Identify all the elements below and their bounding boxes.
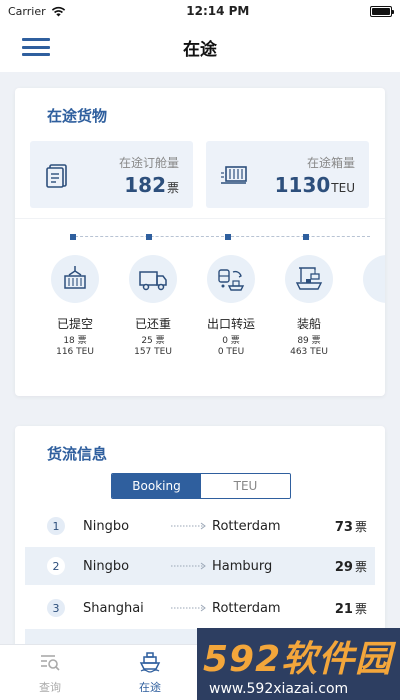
destination-port: Hamburg — [212, 558, 273, 574]
booking-teu-toggle[interactable]: Booking TEU — [111, 473, 291, 499]
stage-teu: 157 TEU — [134, 347, 172, 357]
stage-export-transfer[interactable]: 出口转运 0 票 0 TEU — [196, 255, 266, 357]
rank-badge: 1 — [47, 517, 65, 535]
tab-in-transit[interactable]: 在途 — [120, 651, 180, 695]
stage-name: 已提空 — [56, 317, 93, 331]
watermark-main: 592软件园 — [203, 639, 393, 680]
container-stat-label: 在途箱量 — [306, 156, 355, 170]
stage-empty-picked[interactable]: 已提空 18 票 116 TEU — [40, 255, 110, 357]
destination-port: Rotterdam — [212, 518, 281, 534]
flow-row[interactable]: 1 Ningbo Rotterdam 73 票 — [15, 507, 385, 545]
toggle-teu[interactable]: TEU — [201, 474, 290, 498]
stage-teu: 116 TEU — [56, 347, 94, 357]
timeline-dot — [225, 234, 231, 240]
stage-teu: 0 TEU — [217, 347, 245, 357]
stage-tickets: 89 票 — [297, 336, 321, 346]
route-arrow-icon — [171, 562, 206, 570]
origin-port: Ningbo — [83, 558, 130, 574]
timeline-dot — [303, 234, 309, 240]
ticket-count: 73 票 — [334, 519, 367, 535]
nav-bar: 在途 — [0, 22, 400, 72]
container-stat[interactable]: 在途箱量 1130TEU — [206, 141, 369, 208]
stage-loading[interactable]: 装船 89 票 463 TEU — [274, 255, 344, 357]
container-stat-value: 1130TEU — [274, 173, 355, 197]
flow-row[interactable]: 2 Ningbo Hamburg 29 票 — [25, 547, 375, 585]
menu-line — [22, 38, 50, 41]
ship-loading-icon — [285, 255, 333, 303]
origin-port: Ningbo — [83, 518, 130, 534]
stage-name: 装船 — [296, 317, 321, 331]
stage-next-icon — [363, 255, 385, 303]
toggle-booking[interactable]: Booking — [112, 474, 201, 498]
tab-label: 在途 — [139, 681, 161, 694]
stage-tickets: 0 票 — [222, 336, 240, 346]
booking-stat-value: 182票 — [124, 173, 179, 197]
stage-list: 已提空 18 票 116 TEU 已还重 25 票 157 TEU 出口转运 0… — [40, 255, 385, 375]
watermark-logo: 592软件园 www.592xiazai.com — [197, 628, 400, 700]
empty-container-lift-icon — [51, 255, 99, 303]
booking-stat-label: 在途订舱量 — [118, 156, 179, 170]
wifi-icon — [51, 6, 65, 16]
stage-tickets: 18 票 — [63, 336, 87, 346]
timeline-dot — [70, 234, 76, 240]
menu-line — [22, 45, 50, 49]
carrier-label: Carrier — [8, 4, 46, 18]
status-bar: Carrier 12:14 PM — [0, 0, 400, 22]
route-arrow-icon — [171, 522, 206, 530]
container-icon — [221, 166, 247, 184]
watermark-url: www.592xiazai.com — [209, 681, 349, 697]
flow-card-title: 货流信息 — [47, 445, 108, 463]
status-time: 12:14 PM — [186, 4, 250, 18]
search-list-icon — [41, 655, 60, 671]
clipboard-icon — [46, 164, 67, 188]
destination-port: Rotterdam — [212, 600, 281, 616]
cargo-in-transit-card: 在途货物 在途订舱量 182票 在途箱量 1130TEU 已提空 18 票 11… — [15, 88, 385, 396]
menu-line — [22, 53, 50, 56]
page-title: 在途 — [183, 39, 217, 60]
ship-icon — [139, 652, 161, 673]
rank-badge: 3 — [47, 599, 65, 617]
stage-full-returned[interactable]: 已还重 25 票 157 TEU — [118, 255, 188, 357]
tab-label: 查询 — [39, 681, 61, 694]
divider — [15, 218, 385, 219]
flow-row[interactable]: 3 Shanghai Rotterdam 21 票 — [15, 589, 385, 627]
stage-tickets: 25 票 — [141, 336, 165, 346]
stage-name: 出口转运 — [206, 317, 255, 331]
stage-partial[interactable] — [352, 255, 385, 303]
rank-badge: 2 — [47, 557, 65, 575]
menu-button[interactable] — [22, 38, 50, 56]
tab-query[interactable]: 查询 — [20, 651, 80, 695]
stage-timeline — [70, 234, 370, 240]
booking-stat[interactable]: 在途订舱量 182票 — [30, 141, 193, 208]
status-left: Carrier — [8, 5, 66, 18]
truck-icon — [129, 255, 177, 303]
origin-port: Shanghai — [83, 600, 144, 616]
ticket-count: 29 票 — [334, 559, 367, 575]
ticket-count: 21 票 — [334, 601, 367, 617]
cargo-card-title: 在途货物 — [47, 107, 108, 125]
stage-teu: 463 TEU — [290, 347, 328, 357]
battery-icon — [370, 5, 394, 17]
stage-name: 已还重 — [134, 317, 171, 331]
transfer-icon — [207, 255, 255, 303]
timeline-dot — [146, 234, 152, 240]
route-arrow-icon — [171, 604, 206, 612]
timeline-line — [70, 236, 370, 237]
